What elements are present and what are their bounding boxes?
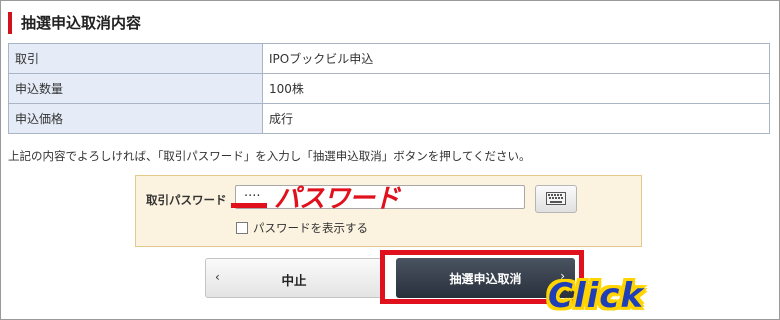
row-value-quantity: 100株 bbox=[262, 73, 770, 104]
annotation-dash bbox=[231, 203, 267, 208]
order-detail-table: 取引 IPOブックビル申込 申込数量 100株 申込価格 成行 bbox=[8, 43, 770, 134]
instruction-note: 上記の内容でよろしければ、「取引パスワード」を入力し「抽選申込取消」ボタンを押し… bbox=[8, 149, 531, 163]
show-password-label: パスワードを表示する bbox=[253, 221, 368, 235]
row-label-price: 申込価格 bbox=[8, 103, 263, 134]
show-password-option[interactable]: パスワードを表示する bbox=[236, 220, 368, 236]
password-label: 取引パスワード bbox=[146, 193, 227, 207]
stop-button-label: 中止 bbox=[281, 273, 307, 288]
row-value-trade: IPOブックビル申込 bbox=[262, 43, 770, 74]
row-label-trade: 取引 bbox=[8, 43, 263, 74]
software-keyboard-button[interactable] bbox=[535, 185, 577, 213]
keyboard-icon bbox=[546, 192, 566, 205]
table-row: 申込価格 成行 bbox=[8, 103, 770, 134]
table-row: 取引 IPOブックビル申込 bbox=[8, 43, 770, 74]
show-password-checkbox[interactable] bbox=[236, 222, 248, 234]
row-label-quantity: 申込数量 bbox=[8, 73, 263, 104]
annotation-password-text: パスワード bbox=[274, 184, 400, 214]
annotation-click-text: Click bbox=[548, 276, 645, 316]
section-title: 抽選申込取消内容 bbox=[8, 12, 141, 34]
row-value-price: 成行 bbox=[262, 103, 770, 134]
stop-button[interactable]: ‹ 中止 bbox=[205, 258, 383, 298]
table-row: 申込数量 100株 bbox=[8, 73, 770, 104]
